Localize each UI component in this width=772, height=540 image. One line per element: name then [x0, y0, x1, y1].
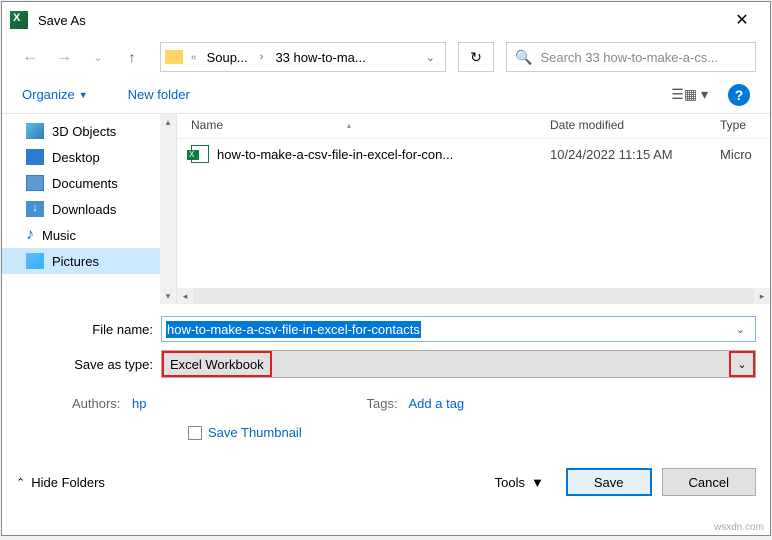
- history-dropdown[interactable]: ⌄: [84, 43, 112, 71]
- new-folder-button[interactable]: New folder: [128, 87, 190, 102]
- organize-button[interactable]: Organize ▼: [22, 87, 88, 102]
- tools-label: Tools: [495, 475, 525, 490]
- scroll-left-icon[interactable]: ◂: [177, 288, 193, 304]
- pictures-icon: [26, 253, 44, 269]
- breadcrumb-bar[interactable]: « Soup... › 33 how-to-ma... ⌄: [160, 42, 446, 72]
- dialog-footer: ⌃ Hide Folders Tools ▼ Save Cancel: [2, 460, 770, 510]
- view-options-button[interactable]: ☰▦ ▾: [671, 86, 708, 103]
- save-form: File name: how-to-make-a-csv-file-in-exc…: [2, 304, 770, 392]
- sidebar-item-pictures[interactable]: Pictures: [2, 248, 176, 274]
- search-input[interactable]: 🔍 Search 33 how-to-make-a-cs...: [506, 42, 756, 72]
- column-header-type[interactable]: Type: [720, 118, 770, 132]
- hide-folders-label: Hide Folders: [31, 475, 105, 490]
- tools-button[interactable]: Tools ▼: [495, 475, 556, 490]
- metadata-row: Authors: hp Tags: Add a tag: [2, 392, 770, 419]
- horizontal-scrollbar[interactable]: ◂ ▸: [177, 288, 770, 304]
- toolbar-right: ☰▦ ▾ ?: [671, 84, 750, 106]
- breadcrumb-prefix: «: [187, 52, 201, 63]
- file-list: Name▴ Date modified Type how-to-make-a-c…: [177, 114, 770, 304]
- sidebar-item-music[interactable]: ♪ Music: [2, 222, 176, 248]
- chevron-down-icon[interactable]: ⌄: [729, 351, 755, 377]
- commands-toolbar: Organize ▼ New folder ☰▦ ▾ ?: [2, 76, 770, 114]
- thumbnail-checkbox[interactable]: [188, 426, 202, 440]
- refresh-button[interactable]: ↻: [458, 42, 494, 72]
- help-button[interactable]: ?: [728, 84, 750, 106]
- column-header-date[interactable]: Date modified: [550, 118, 720, 132]
- thumbnail-label: Save Thumbnail: [208, 425, 302, 440]
- forward-button[interactable]: →: [50, 43, 78, 71]
- chevron-down-icon: ▼: [79, 90, 88, 100]
- tree-label: Pictures: [52, 254, 99, 269]
- hide-folders-button[interactable]: ⌃ Hide Folders: [16, 475, 105, 490]
- file-row[interactable]: how-to-make-a-csv-file-in-excel-for-con.…: [177, 139, 770, 169]
- filename-input[interactable]: how-to-make-a-csv-file-in-excel-for-cont…: [161, 316, 756, 342]
- filetype-value: Excel Workbook: [162, 351, 272, 377]
- downloads-icon: [26, 201, 44, 217]
- filetype-select[interactable]: Excel Workbook ⌄: [161, 350, 756, 378]
- filetype-row: Save as type: Excel Workbook ⌄: [16, 350, 756, 378]
- close-button[interactable]: ✕: [722, 5, 762, 35]
- title-bar: Save As ✕: [2, 2, 770, 38]
- scroll-track[interactable]: [193, 288, 754, 304]
- music-icon: ♪: [26, 226, 34, 244]
- column-headers: Name▴ Date modified Type: [177, 114, 770, 139]
- navigation-bar: ← → ⌄ ↑ « Soup... › 33 how-to-ma... ⌄ ↻ …: [2, 38, 770, 76]
- cancel-button[interactable]: Cancel: [662, 468, 756, 496]
- back-button[interactable]: ←: [16, 43, 44, 71]
- up-button[interactable]: ↑: [118, 43, 146, 71]
- chevron-down-icon: ▼: [531, 475, 544, 490]
- scroll-down-icon[interactable]: ▾: [160, 288, 176, 304]
- file-type: Micro: [720, 147, 770, 162]
- chevron-right-icon[interactable]: ›: [254, 51, 270, 63]
- tree-label: Music: [42, 228, 76, 243]
- file-date: 10/24/2022 11:15 AM: [550, 147, 720, 162]
- authors-label: Authors:: [72, 396, 120, 411]
- excel-app-icon: [10, 11, 28, 29]
- tags-field[interactable]: Tags: Add a tag: [367, 396, 465, 411]
- column-header-name[interactable]: Name▴: [191, 118, 550, 132]
- thumbnail-row: Save Thumbnail: [2, 419, 770, 460]
- breadcrumb-item[interactable]: Soup...: [203, 48, 252, 67]
- tags-label: Tags:: [367, 396, 398, 411]
- search-placeholder: Search 33 how-to-make-a-cs...: [540, 50, 747, 65]
- scroll-right-icon[interactable]: ▸: [754, 288, 770, 304]
- breadcrumb-item[interactable]: 33 how-to-ma...: [271, 48, 369, 67]
- tags-value: Add a tag: [409, 396, 465, 411]
- filename-row: File name: how-to-make-a-csv-file-in-exc…: [16, 316, 756, 342]
- organize-label: Organize: [22, 87, 75, 102]
- sidebar-item-downloads[interactable]: Downloads: [2, 196, 176, 222]
- chevron-down-icon[interactable]: ⌄: [730, 323, 751, 336]
- tree-label: 3D Objects: [52, 124, 116, 139]
- filetype-label: Save as type:: [16, 357, 161, 372]
- window-title: Save As: [38, 13, 722, 28]
- tree-label: Downloads: [52, 202, 116, 217]
- filename-label: File name:: [16, 322, 161, 337]
- excel-file-icon: [191, 145, 209, 163]
- desktop-icon: [26, 149, 44, 165]
- sidebar-item-documents[interactable]: Documents: [2, 170, 176, 196]
- sidebar-item-3d-objects[interactable]: 3D Objects: [2, 118, 176, 144]
- tree-label: Desktop: [52, 150, 100, 165]
- navigation-tree: 3D Objects Desktop Documents Downloads ♪…: [2, 114, 177, 304]
- save-button[interactable]: Save: [566, 468, 652, 496]
- main-content: 3D Objects Desktop Documents Downloads ♪…: [2, 114, 770, 304]
- documents-icon: [26, 175, 44, 191]
- 3d-objects-icon: [26, 123, 44, 139]
- filename-value: how-to-make-a-csv-file-in-excel-for-cont…: [166, 321, 421, 338]
- authors-value: hp: [132, 396, 146, 411]
- file-name: how-to-make-a-csv-file-in-excel-for-con.…: [217, 147, 550, 162]
- save-as-dialog: Save As ✕ ← → ⌄ ↑ « Soup... › 33 how-to-…: [1, 1, 771, 536]
- tree-label: Documents: [52, 176, 118, 191]
- sidebar-scrollbar[interactable]: ▴ ▾: [160, 114, 176, 304]
- footer-actions: Tools ▼ Save Cancel: [495, 468, 756, 496]
- sort-indicator-icon: ▴: [347, 121, 351, 130]
- search-icon: 🔍: [515, 49, 532, 66]
- authors-field[interactable]: Authors: hp: [72, 396, 147, 411]
- chevron-down-icon[interactable]: ⌄: [420, 51, 441, 64]
- scroll-up-icon[interactable]: ▴: [160, 114, 176, 130]
- folder-icon: [165, 50, 183, 64]
- sidebar-item-desktop[interactable]: Desktop: [2, 144, 176, 170]
- watermark: wsxdn.com: [714, 522, 764, 533]
- chevron-up-icon: ⌃: [16, 476, 25, 489]
